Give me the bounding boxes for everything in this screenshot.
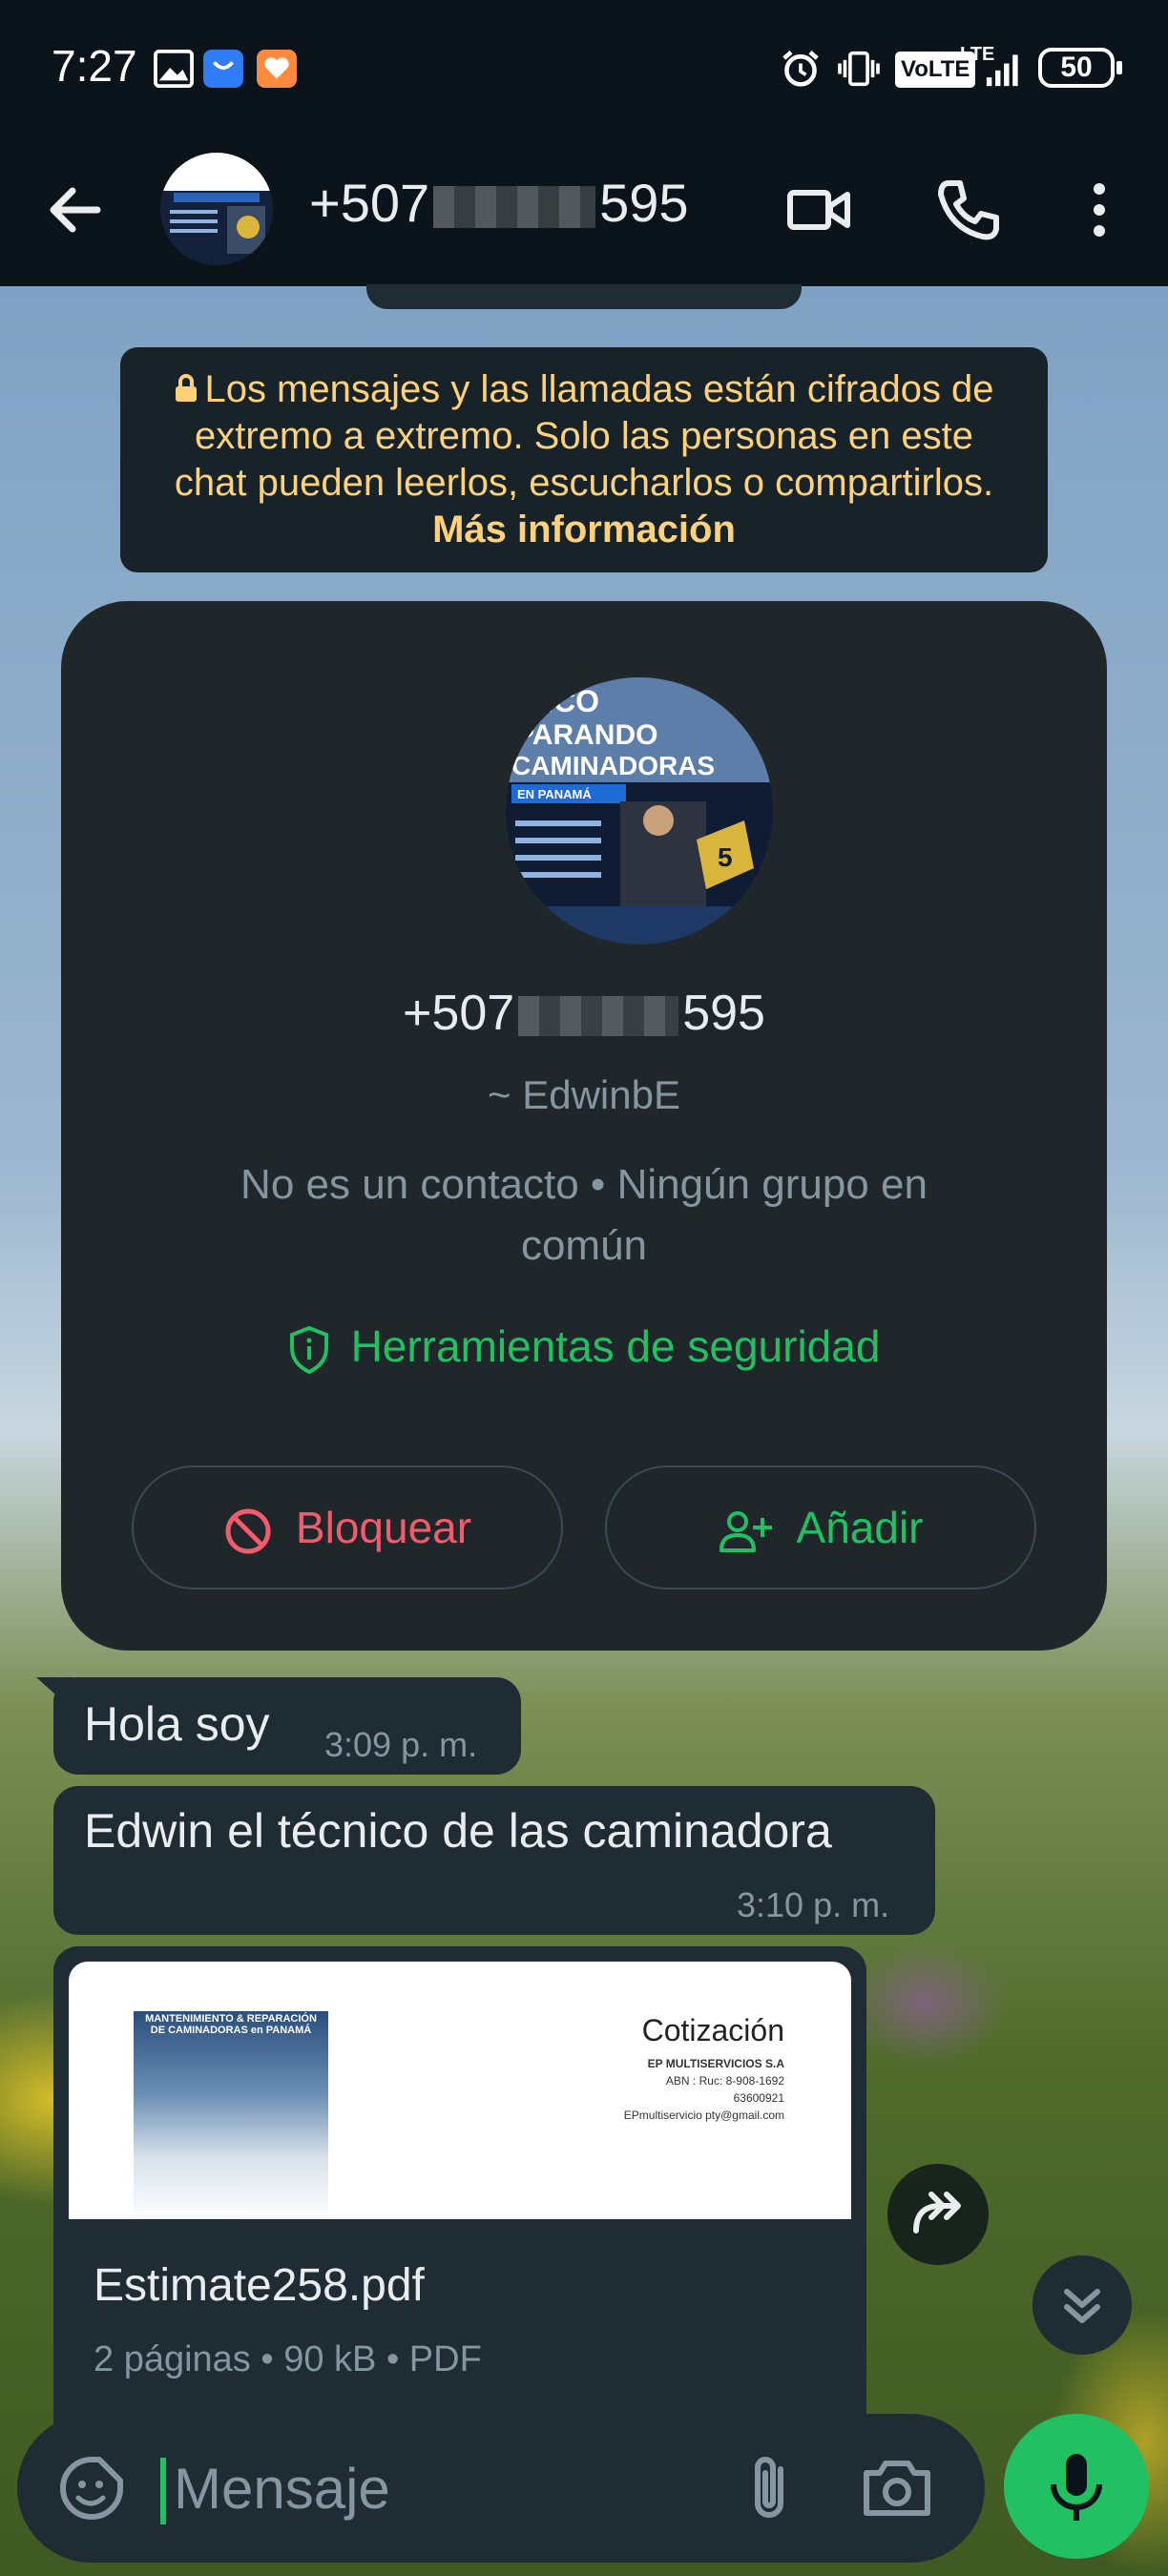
vibrate-icon [838, 51, 880, 87]
encryption-text: Los mensajes y las llamadas están cifrad… [174, 368, 994, 504]
back-arrow-icon[interactable] [38, 172, 115, 248]
message-bubble[interactable]: Hola soy 3:09 p. m. [36, 1677, 521, 1775]
contact-info-card: NICO PARANDO CAMINADORAS EN PANAMÁ 5 +50… [61, 601, 1107, 1651]
lock-icon [176, 374, 198, 402]
card-phone-prefix: +507 [403, 986, 515, 1041]
add-contact-button[interactable]: Añadir [605, 1465, 1036, 1589]
app-market-icon [203, 50, 243, 88]
more-info-link[interactable]: Más información [432, 509, 736, 551]
text-caret [160, 2458, 166, 2524]
video-call-icon[interactable] [781, 172, 857, 248]
battery-indicator: 50 [1038, 48, 1122, 88]
message-input[interactable] [174, 2450, 651, 2526]
contact-alias: ~ EdwinbE [488, 1072, 680, 1117]
redacted-digits [518, 996, 679, 1037]
alarm-icon [782, 51, 819, 87]
redacted-digits [433, 186, 596, 229]
previous-system-message [366, 284, 802, 309]
message-text: Hola soy [84, 1697, 270, 1751]
add-label: Añadir [796, 1503, 924, 1552]
signal-icon [986, 54, 1018, 87]
thumb-title: MANTENIMIENTO & REPARACIÓN DE CAMINADORA… [145, 2013, 317, 2036]
avatar-text-line1: NICO [523, 684, 599, 718]
avatar-text-line4: EN PANAMÁ [517, 787, 592, 801]
preview-company: EP MULTISERVICIOS S.A [647, 2057, 784, 2070]
contact-avatar-large[interactable]: NICO PARANDO CAMINADORAS EN PANAMÁ 5 [506, 677, 773, 945]
document-preview[interactable]: MANTENIMIENTO & REPARACIÓN DE CAMINADORA… [69, 1962, 851, 2219]
block-label: Bloquear [295, 1503, 472, 1552]
attach-icon[interactable] [731, 2448, 811, 2528]
message-time: 3:09 p. m. [324, 1725, 478, 1764]
encryption-notice[interactable]: Los mensajes y las llamadas están cifrad… [120, 347, 1048, 572]
security-tools-link[interactable]: Herramientas de seguridad [61, 1320, 1107, 1375]
shield-icon [289, 1325, 328, 1375]
more-vert-icon[interactable] [1061, 172, 1137, 248]
contact-phone-prefix: +507 [309, 173, 430, 233]
avatar-badge-number: 5 [718, 842, 733, 872]
chat-header: +507 595 [0, 134, 1168, 286]
message-composer [17, 2414, 985, 2563]
preview-phone: 63600921 [733, 2091, 784, 2105]
forward-icon[interactable] [887, 2164, 989, 2265]
document-thumbnail: MANTENIMIENTO & REPARACIÓN DE CAMINADORA… [134, 2011, 328, 2219]
preview-company-block: EP MULTISERVICIOS S.A ABN : Ruc: 8-908-1… [624, 2055, 784, 2124]
message-time: 3:10 p. m. [737, 1885, 890, 1924]
contact-phone-suffix: 595 [599, 173, 689, 233]
add-person-icon [719, 1510, 772, 1552]
card-phone-number: +507 595 [61, 985, 1107, 1042]
security-tools-label: Herramientas de seguridad [350, 1321, 881, 1371]
preview-title: Cotización [641, 2013, 784, 2047]
card-phone-suffix: 595 [682, 986, 765, 1041]
message-text: Edwin el técnico de las caminadora [84, 1804, 832, 1858]
scroll-down-icon[interactable] [1032, 2255, 1132, 2355]
gallery-icon [154, 50, 194, 88]
contact-title[interactable]: +507 595 [309, 172, 689, 234]
camera-icon[interactable] [857, 2448, 937, 2528]
microphone-icon[interactable] [1004, 2414, 1149, 2559]
message-bubble[interactable]: Edwin el técnico de las caminadora 3:10 … [53, 1786, 935, 1935]
preview-ruc: ABN : Ruc: 8-908-1692 [665, 2074, 784, 2088]
document-filename: Estimate258.pdf [94, 2260, 425, 2311]
status-bar: 7:27 VoLTE LTE 50 [0, 0, 1168, 134]
contact-status-info: No es un contacto • Ningún grupo en comú… [240, 1161, 928, 1269]
status-time: 7:27 [52, 41, 137, 91]
block-icon [225, 1508, 271, 1554]
preview-email: EPmultiservicio pty@gmail.com [623, 2109, 784, 2122]
block-button[interactable]: Bloquear [132, 1465, 563, 1589]
phone-icon[interactable] [929, 172, 1006, 248]
avatar-text-line3: CAMINADORAS [511, 751, 715, 780]
contact-avatar[interactable] [160, 153, 273, 265]
document-meta: 2 páginas • 90 kB • PDF [94, 2339, 482, 2379]
avatar-text-line2: PARANDO [515, 719, 657, 751]
sticker-emoji-icon[interactable] [52, 2448, 132, 2528]
health-app-icon [257, 50, 297, 88]
